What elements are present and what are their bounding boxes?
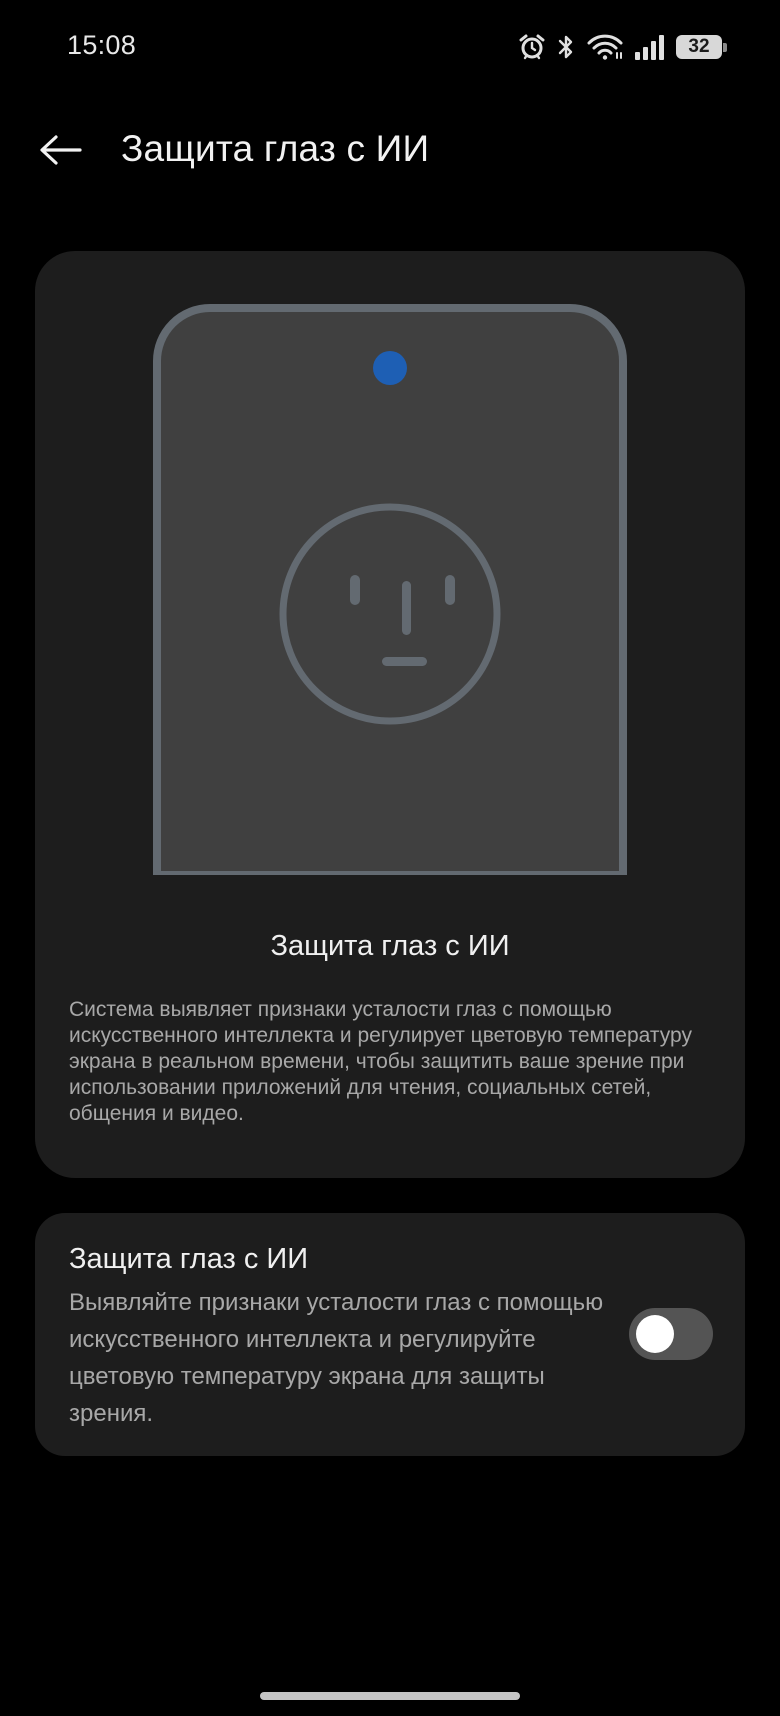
setting-title: Защита глаз с ИИ — [69, 1243, 309, 1275]
setting-description: Выявляйте признаки усталости глаз с помо… — [69, 1289, 604, 1427]
front-camera — [373, 351, 407, 385]
bluetooth-icon — [556, 33, 576, 61]
card-description: Система выявляет признаки усталости глаз… — [69, 998, 692, 1125]
info-card: Защита глаз с ИИ Система выявляет призна… — [35, 251, 745, 1178]
status-time: 15:08 — [67, 30, 137, 60]
status-bar: 15:08 32 — [0, 0, 780, 96]
alarm-icon — [518, 33, 546, 61]
toggle-knob — [636, 1315, 674, 1353]
status-icons: 32 — [508, 30, 727, 64]
phone-body — [153, 304, 627, 875]
arrow-left-icon — [40, 135, 82, 165]
card-heading: Защита глаз с ИИ — [270, 930, 510, 962]
home-indicator[interactable] — [260, 1692, 520, 1700]
signal-icon — [634, 33, 666, 61]
ai-eye-protection-setting[interactable]: Защита глаз с ИИ Выявляйте признаки уста… — [35, 1213, 745, 1456]
right-eye — [445, 575, 455, 605]
wifi-icon — [586, 33, 624, 61]
page-title: Защита глаз с ИИ — [121, 128, 430, 169]
eye-protection-toggle[interactable] — [629, 1308, 713, 1360]
phone-with-face-icon — [153, 304, 627, 875]
battery-level: 32 — [688, 36, 710, 57]
nose — [402, 581, 411, 635]
battery-icon: 32 — [676, 35, 727, 59]
back-button[interactable] — [34, 124, 86, 176]
mouth — [382, 657, 427, 666]
left-eye — [350, 575, 360, 605]
screen: 15:08 32 Защита глаз с ИИ Защита глаз с … — [0, 0, 780, 1716]
